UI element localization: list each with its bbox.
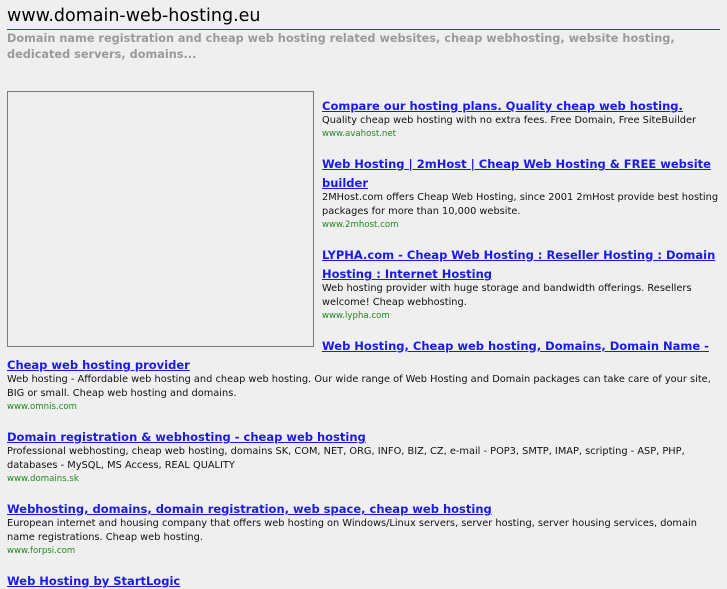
listing-link[interactable]: Compare our hosting plans. Quality cheap… [322, 99, 683, 113]
listing-url: www.domains.sk [7, 474, 79, 484]
listing-description: Professional webhosting, cheap web hosti… [7, 446, 685, 471]
listing-url: www.forpsi.com [7, 546, 76, 556]
listing-url: www.omnis.com [7, 402, 78, 412]
listing-description: European internet and housing company th… [7, 518, 697, 543]
listing-link[interactable]: LYPHA.com - Cheap Web Hosting : Reseller… [322, 248, 715, 281]
listing-link[interactable]: Webhosting, domains, domain registration… [7, 502, 492, 516]
listing-link[interactable]: Domain registration & webhosting - cheap… [7, 430, 366, 444]
listing-item: Web Hosting by StartLogic [7, 570, 719, 589]
header: www.domain-web-hosting.eu Domain name re… [7, 6, 720, 63]
site-title: www.domain-web-hosting.eu [7, 6, 720, 30]
listing-link[interactable]: Web Hosting by StartLogic [7, 574, 180, 588]
listing-item: Domain registration & webhosting - cheap… [7, 426, 719, 486]
listing-link[interactable]: Web Hosting | 2mHost | Cheap Web Hosting… [322, 157, 711, 190]
listing-item: Webhosting, domains, domain registration… [7, 498, 719, 558]
listing-description: Web hosting - Affordable web hosting and… [7, 374, 711, 399]
listings: Compare our hosting plans. Quality cheap… [7, 91, 719, 589]
site-subtitle: Domain name registration and cheap web h… [7, 32, 675, 61]
ad-placeholder [7, 91, 314, 347]
